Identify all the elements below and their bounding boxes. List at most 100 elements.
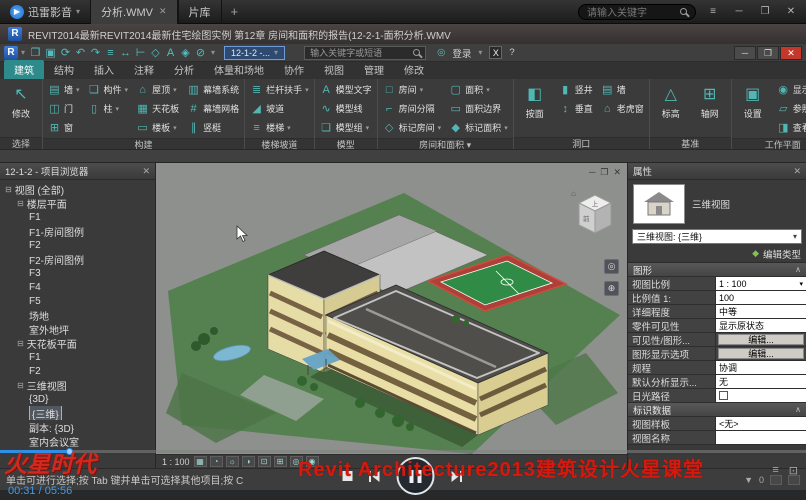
property-value[interactable]: <无>: [716, 417, 806, 430]
property-value[interactable]: 显示原状态: [716, 319, 806, 332]
close-tab-icon[interactable]: ✕: [159, 6, 167, 17]
ribbon-panel-label-opening[interactable]: 洞口: [514, 137, 649, 150]
ribbon-button-stair[interactable]: ≡楼梯▾: [247, 118, 312, 137]
properties-close-icon[interactable]: ✕: [793, 166, 801, 177]
tree-item[interactable]: F4: [0, 280, 155, 294]
property-value[interactable]: [716, 431, 806, 444]
playlist-icon[interactable]: ≡: [772, 464, 778, 477]
help-icon[interactable]: ?: [509, 47, 514, 58]
ribbon-panel-label-circulation[interactable]: 楼梯坡道: [245, 138, 314, 150]
property-value[interactable]: 协调: [716, 361, 806, 374]
player-tab-library[interactable]: 片库: [178, 0, 222, 24]
tree-item[interactable]: F1-房间图例: [0, 224, 155, 238]
ribbon-button-ramp[interactable]: ◢坡道: [247, 99, 312, 118]
ribbon-button-curtain-grid[interactable]: #幕墙网格: [184, 99, 242, 118]
minimize-button[interactable]: ─: [730, 6, 748, 17]
viewcube[interactable]: ⌂ 上 前: [569, 187, 617, 244]
tree-item[interactable]: ⊟三维视图: [0, 378, 155, 392]
new-tab-button[interactable]: +: [222, 4, 248, 19]
ribbon-button-door[interactable]: ◫门: [45, 99, 83, 118]
ribbon-button-column[interactable]: ▯柱▾: [85, 99, 132, 118]
ribbon-button-roof[interactable]: ⌂屋顶▾: [133, 80, 182, 99]
ribbon-tab-annotate[interactable]: 注释: [124, 60, 164, 79]
ribbon-tab-collaborate[interactable]: 协作: [274, 60, 314, 79]
property-value[interactable]: 无: [716, 375, 806, 388]
main-menu-icon[interactable]: ≡: [704, 6, 722, 17]
ribbon-button-ceiling[interactable]: ▦天花板: [133, 99, 182, 118]
ribbon-button-model-line[interactable]: ∿模型线: [317, 99, 375, 118]
tree-expand-icon[interactable]: ⊟: [17, 199, 24, 208]
tree-item[interactable]: F2: [0, 364, 155, 378]
property-value[interactable]: [716, 389, 806, 402]
tree-expand-icon[interactable]: ⊟: [17, 381, 24, 390]
drawing-area[interactable]: ─ ❐ ✕ ⌂ 上 前 ◎ ⊕: [156, 163, 627, 468]
tree-item[interactable]: F2: [0, 238, 155, 252]
model-3d-view[interactable]: [156, 163, 627, 454]
ribbon-button-level[interactable]: △标高: [652, 80, 690, 136]
infocenter-search-icon[interactable]: [413, 49, 420, 56]
infocenter-search-input[interactable]: 输入关键字或短语: [304, 46, 426, 60]
ribbon-button-mullion[interactable]: ∥竖梃: [184, 118, 242, 137]
ribbon-tab-insert[interactable]: 插入: [84, 60, 124, 79]
signin-button[interactable]: 登录: [452, 46, 471, 60]
ribbon-button-wall[interactable]: ▤墙▾: [45, 80, 83, 99]
ribbon-panel-label-select[interactable]: 选择: [0, 137, 42, 150]
ribbon-button-tag-room[interactable]: ◇标记房间▾: [380, 118, 445, 137]
ribbon-button-modify[interactable]: ↖修改: [2, 80, 40, 136]
ribbon-button-ref-plane[interactable]: ▱参照平面: [774, 99, 806, 118]
view-minimize-icon[interactable]: ─: [589, 167, 595, 178]
revit-minimize-button[interactable]: ─: [734, 46, 756, 60]
ribbon-button-room-separator[interactable]: ⌐房间分隔: [380, 99, 445, 118]
ribbon-button-dormer[interactable]: ⌂老虎窗: [598, 99, 647, 118]
project-browser-close-icon[interactable]: ✕: [142, 166, 150, 177]
ribbon-button-component[interactable]: ❏构件▾: [85, 80, 132, 99]
tree-item[interactable]: F1: [0, 210, 155, 224]
ribbon-button-area[interactable]: ▢面积▾: [446, 80, 511, 99]
ribbon-button-curtain-system[interactable]: ▥幕墙系统: [184, 80, 242, 99]
edit-type-button[interactable]: 编辑类型: [763, 247, 801, 261]
player-tab-video[interactable]: 分析.WMV ✕: [90, 0, 178, 24]
text-icon[interactable]: A: [163, 47, 178, 59]
tree-item[interactable]: {三维}: [0, 406, 155, 420]
view-restore-icon[interactable]: ❐: [600, 167, 608, 178]
ribbon-button-railing[interactable]: ≣栏杆扶手▾: [247, 80, 312, 99]
ribbon-button-model-text[interactable]: A模型文字: [317, 80, 375, 99]
ribbon-button-area-boundary[interactable]: ▭面积边界: [446, 99, 511, 118]
default-3d-view-icon[interactable]: ◈: [178, 46, 193, 59]
ribbon-button-model-group[interactable]: ❏模型组▾: [317, 118, 375, 137]
ribbon-button-show[interactable]: ◉显示: [774, 80, 806, 99]
revit-close-button[interactable]: ✕: [780, 46, 802, 60]
ribbon-button-set[interactable]: ▣设置: [734, 80, 772, 136]
ribbon-button-by-face[interactable]: ◧按面: [516, 80, 554, 136]
tree-item[interactable]: F3: [0, 266, 155, 280]
property-value[interactable]: 编辑...: [718, 348, 804, 359]
player-search-input[interactable]: 请输入关键字: [578, 4, 696, 20]
document-title-box[interactable]: 12-1-2 -... ▾: [224, 46, 285, 60]
tree-item[interactable]: ⊟楼层平面: [0, 196, 155, 210]
ribbon-button-vertical[interactable]: ↕垂直: [556, 99, 596, 118]
type-selector-dropdown[interactable]: 三维视图: {三维} ▾: [632, 229, 802, 244]
qat-customize-icon[interactable]: ▾: [211, 48, 215, 57]
ribbon-tab-analyze[interactable]: 分析: [164, 60, 204, 79]
search-icon[interactable]: [680, 8, 687, 15]
tag-icon[interactable]: ◇: [148, 46, 163, 59]
section-icon[interactable]: ⊘: [193, 46, 208, 59]
maximize-button[interactable]: ❐: [756, 6, 774, 17]
sync-icon[interactable]: ⟳: [58, 46, 73, 59]
properties-section-header[interactable]: 标识数据∧: [628, 403, 806, 417]
property-value[interactable]: 1 : 100▾: [716, 277, 806, 290]
ribbon-button-grid[interactable]: ⊞轴网: [691, 80, 729, 136]
player-app-menu[interactable]: ▶ 迅雷影音 ▾: [0, 0, 90, 23]
viewcube-home-icon[interactable]: ⌂: [571, 189, 576, 198]
tree-expand-icon[interactable]: ⊟: [17, 339, 24, 348]
tree-item[interactable]: ⊟视图 (全部): [0, 182, 155, 196]
tree-item[interactable]: 室外地坪: [0, 322, 155, 336]
ribbon-button-window[interactable]: ⊞窗: [45, 118, 83, 137]
steering-wheel-icon[interactable]: ◎: [604, 259, 619, 274]
ribbon-tab-manage[interactable]: 管理: [354, 60, 394, 79]
fullscreen-icon[interactable]: ⊡: [789, 464, 798, 477]
zoom-icon[interactable]: ⊕: [604, 281, 619, 296]
revit-restore-button[interactable]: ❐: [757, 46, 779, 60]
tree-item[interactable]: F1: [0, 350, 155, 364]
tree-item[interactable]: 副本: {3D}: [0, 420, 155, 434]
